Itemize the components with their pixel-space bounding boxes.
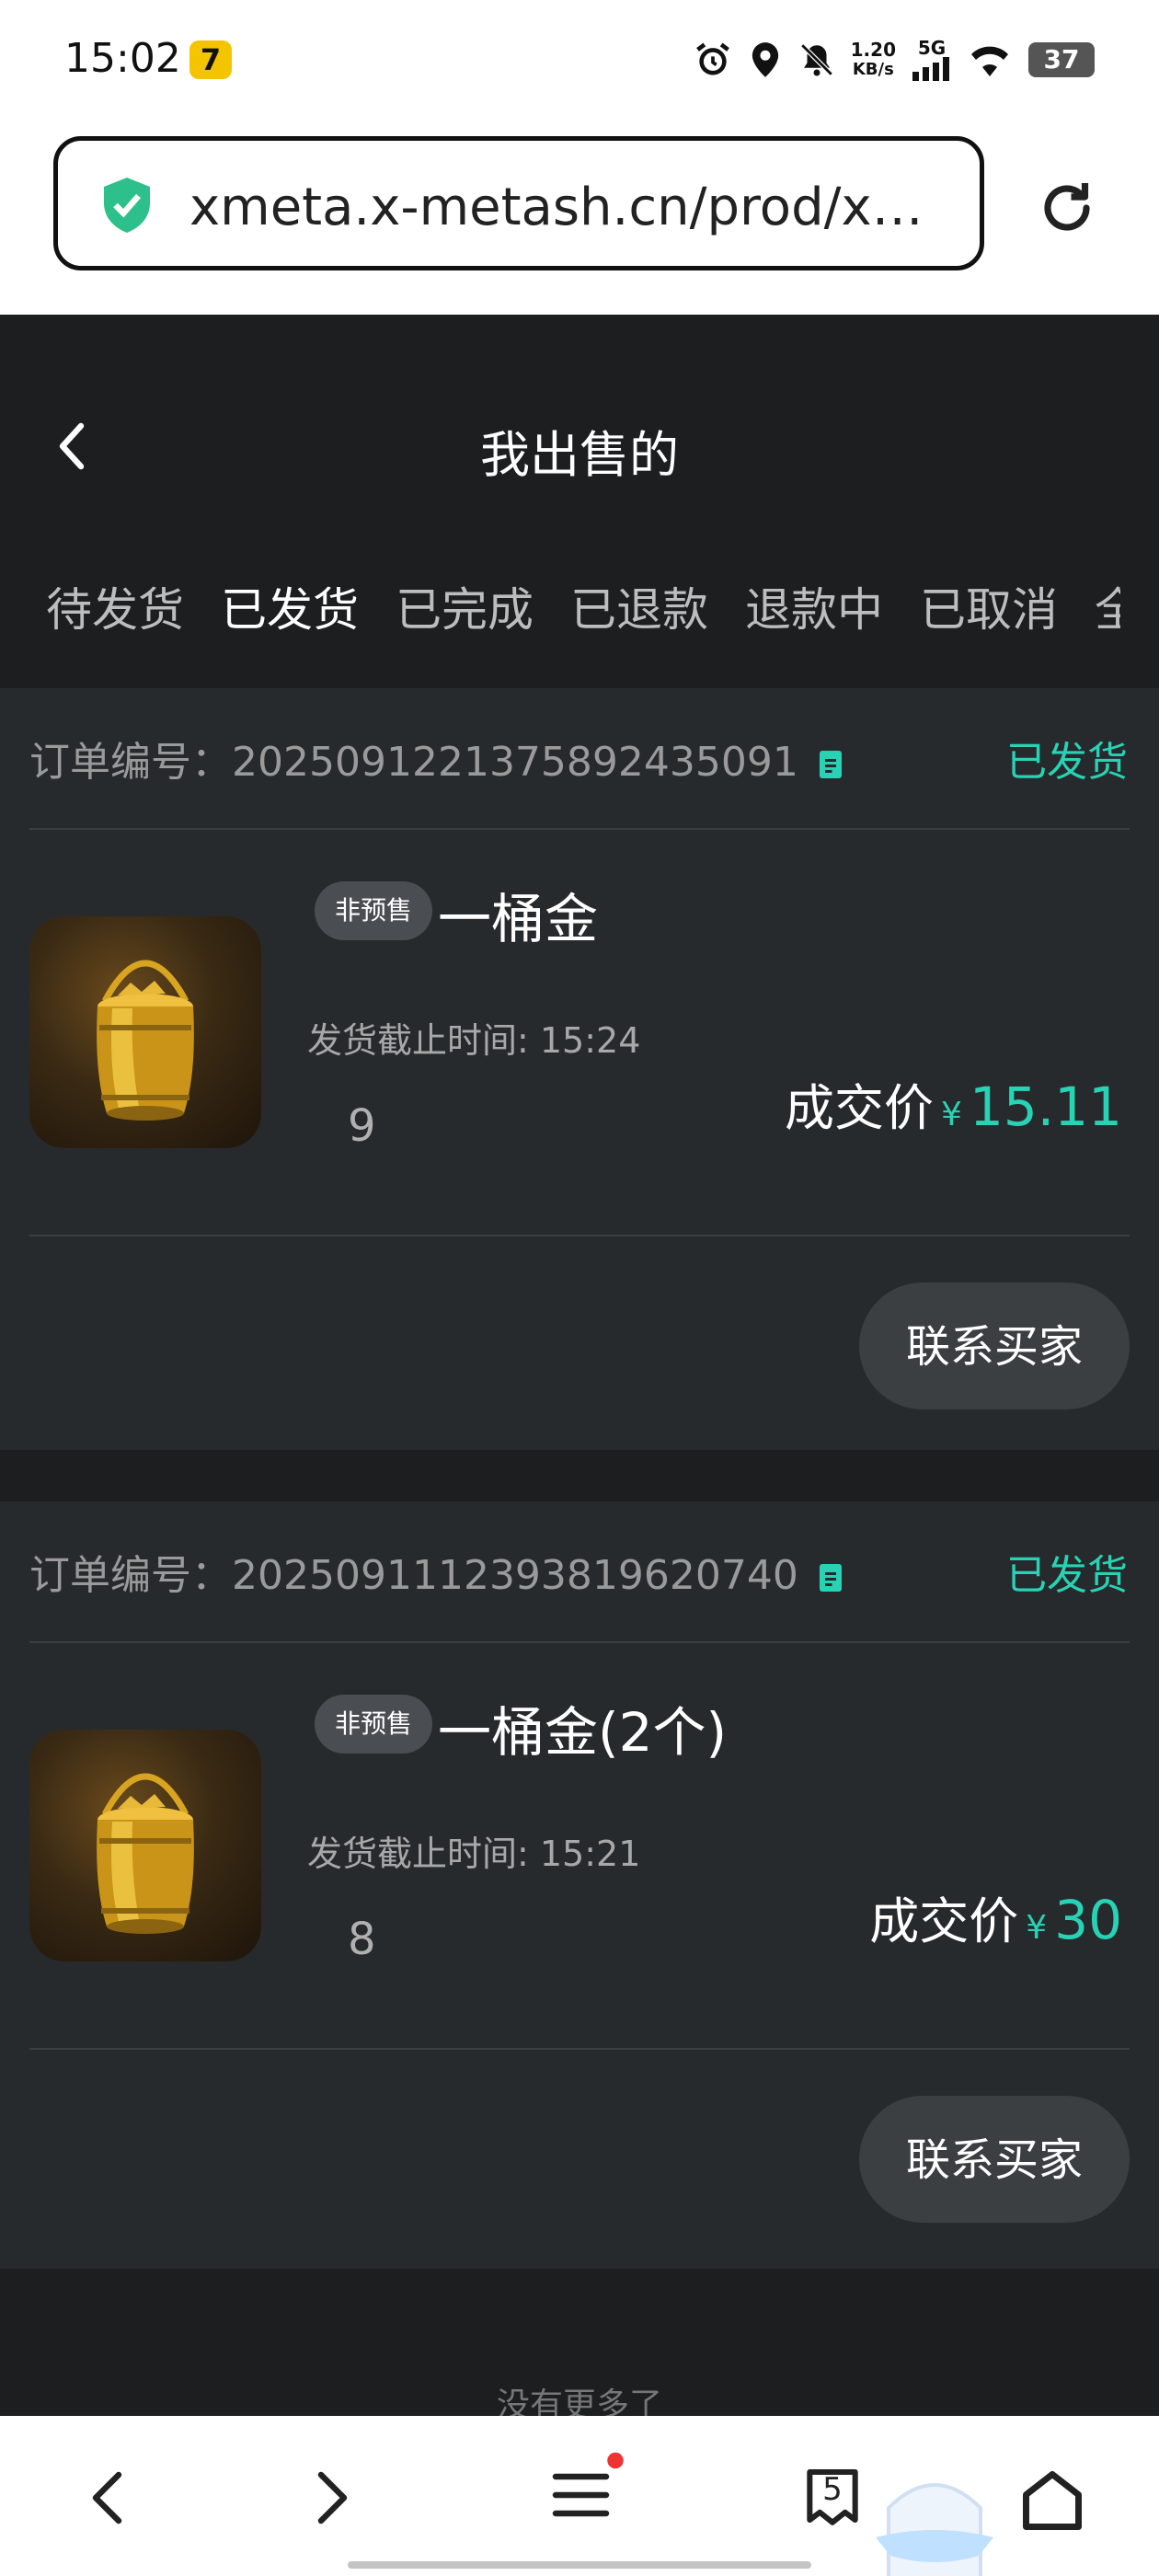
divider — [29, 2048, 1130, 2050]
order-status: 已发货 — [1006, 1552, 1128, 1599]
url-text[interactable]: xmeta.x-metash.cn/prod/x… — [189, 178, 935, 237]
tabs-switcher[interactable]: 5 — [802, 2462, 863, 2530]
order-number: 订单编号：20250911123938196207​40 — [29, 1542, 844, 1601]
shipping-deadline: 发货截止时间: 15:24 — [307, 1020, 641, 1061]
quantity: 8 — [348, 1914, 376, 1965]
cellular-signal-icon: 5G — [911, 39, 953, 81]
tab-shipped[interactable]: 已发货 — [221, 578, 359, 642]
location-icon — [752, 42, 778, 77]
copy-document-icon[interactable] — [817, 1561, 844, 1594]
contact-buyer-button[interactable]: 联系买家 — [859, 1282, 1130, 1409]
net-speed: 1.20 KB/s — [850, 39, 896, 79]
app-notification-icon: 7 — [189, 40, 232, 79]
alarm-icon — [695, 42, 729, 75]
tab-completed[interactable]: 已完成 — [396, 578, 534, 642]
wifi-icon — [971, 46, 1008, 76]
order-number: 订单编号：20250912213758924350​91 — [29, 729, 844, 788]
tab-refunded[interactable]: 已退款 — [570, 578, 708, 642]
gold-bucket-image — [97, 1773, 194, 1934]
mute-bell-icon — [800, 43, 833, 76]
menu-icon[interactable] — [546, 2449, 629, 2532]
product-name[interactable]: 一桶金(2个) — [438, 1689, 727, 1766]
browser-forward-icon[interactable] — [307, 2466, 353, 2530]
tab-refunding[interactable]: 退款中 — [745, 578, 883, 642]
price-value: 30 — [1054, 1889, 1122, 1951]
deal-price: 成交价 ¥ 15.11 — [785, 1067, 1122, 1140]
page-title: 我出售的 — [480, 426, 679, 484]
status-time: 15:02 — [64, 35, 181, 82]
non-presale-badge: 非预售 — [315, 881, 433, 940]
mascot-decoration-icon — [876, 2483, 993, 2576]
divider — [29, 1235, 1130, 1236]
tab-cancelled[interactable]: 已取消 — [920, 578, 1058, 642]
order-status-tabs: 待发货 已发货 已完成 已退款 退款中 已取消 全 — [46, 578, 1120, 642]
home-indicator[interactable] — [348, 2561, 811, 2569]
reload-icon[interactable] — [1034, 175, 1100, 241]
price-label: 成交价 — [785, 1079, 935, 1137]
non-presale-badge: 非预售 — [315, 1695, 433, 1754]
tab-all[interactable]: 全 — [1095, 578, 1120, 642]
product-thumbnail[interactable] — [29, 916, 261, 1148]
battery-icon: 37 — [1028, 42, 1095, 77]
divider — [29, 1641, 1130, 1643]
divider — [29, 828, 1130, 830]
gold-bucket-image — [97, 960, 194, 1121]
copy-document-icon[interactable] — [817, 748, 844, 781]
home-icon[interactable] — [1017, 2466, 1087, 2536]
order-status: 已发货 — [1006, 739, 1128, 786]
product-name[interactable]: 一桶金 — [438, 876, 598, 953]
contact-buyer-button[interactable]: 联系买家 — [859, 2096, 1130, 2223]
shipping-deadline: 发货截止时间: 15:21 — [307, 1834, 641, 1874]
currency-symbol: ¥ — [941, 1096, 962, 1133]
tab-count: 5 — [822, 2471, 843, 2508]
secure-shield-icon — [104, 178, 150, 233]
product-thumbnail[interactable] — [29, 1730, 261, 1961]
currency-symbol: ¥ — [1026, 1909, 1048, 1947]
browser-back-icon[interactable] — [86, 2466, 132, 2530]
deal-price: 成交价 ¥ 30 — [869, 1880, 1122, 1953]
tab-pending-shipment[interactable]: 待发货 — [46, 578, 184, 642]
price-value: 15.11 — [969, 1075, 1122, 1138]
quantity: 9 — [348, 1100, 376, 1152]
status-icons: 1.20 KB/s 5G — [693, 37, 1012, 83]
price-label: 成交价 — [869, 1892, 1019, 1950]
